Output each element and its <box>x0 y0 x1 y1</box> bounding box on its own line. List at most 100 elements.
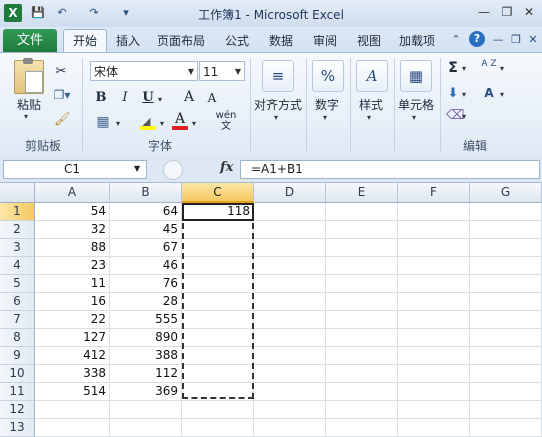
column-header-a[interactable]: A <box>35 183 110 203</box>
column-header-g[interactable]: G <box>470 183 542 203</box>
cell-e1[interactable] <box>326 203 398 221</box>
cell-f9[interactable] <box>398 347 470 365</box>
cell-c5[interactable] <box>182 275 254 293</box>
font-name-select[interactable]: 宋体 ▼ <box>90 61 198 81</box>
cell-c9[interactable] <box>182 347 254 365</box>
cell-d10[interactable] <box>254 365 326 383</box>
help-icon[interactable]: ? <box>469 31 485 47</box>
cell-c2[interactable] <box>182 221 254 239</box>
alignment-dropdown-icon[interactable]: ▾ <box>274 113 278 122</box>
cell-e6[interactable] <box>326 293 398 311</box>
cell-c3[interactable] <box>182 239 254 257</box>
cell-a11[interactable]: 514 <box>35 383 110 401</box>
grow-font-button[interactable]: A <box>182 89 196 105</box>
font-color-dropdown-icon[interactable]: ▾ <box>192 119 196 128</box>
cell-c8[interactable] <box>182 329 254 347</box>
cell-d3[interactable] <box>254 239 326 257</box>
cell-d2[interactable] <box>254 221 326 239</box>
cell-d9[interactable] <box>254 347 326 365</box>
cell-f3[interactable] <box>398 239 470 257</box>
autosum-dropdown-icon[interactable]: ▾ <box>462 64 466 73</box>
format-painter-icon[interactable]: 🖌 <box>54 112 71 127</box>
sort-dropdown-icon[interactable]: ▾ <box>500 64 504 73</box>
row-header[interactable]: 13 <box>0 419 35 437</box>
cell-e13[interactable] <box>326 419 398 437</box>
alignment-icon[interactable]: ≡ <box>262 60 294 92</box>
cell-f5[interactable] <box>398 275 470 293</box>
restore-icon[interactable]: ❐ <box>498 4 516 20</box>
ribbon-collapse-icon[interactable]: ⌃ <box>448 31 464 49</box>
formula-bar-handle-icon[interactable] <box>163 160 183 180</box>
cell-d13[interactable] <box>254 419 326 437</box>
cell-b6[interactable]: 28 <box>110 293 182 311</box>
phonetic-button[interactable]: wén 文 <box>212 110 240 132</box>
cell-g2[interactable] <box>470 221 542 239</box>
cell-e7[interactable] <box>326 311 398 329</box>
column-header-d[interactable]: D <box>254 183 326 203</box>
select-all-button[interactable] <box>0 183 35 203</box>
cell-d5[interactable] <box>254 275 326 293</box>
cell-d7[interactable] <box>254 311 326 329</box>
cell-g6[interactable] <box>470 293 542 311</box>
cell-b7[interactable]: 555 <box>110 311 182 329</box>
find-select-button[interactable]: A <box>478 86 500 100</box>
cell-c13[interactable] <box>182 419 254 437</box>
row-header[interactable]: 5 <box>0 275 35 293</box>
workbook-minimize-icon[interactable]: — <box>490 31 506 49</box>
styles-dropdown-icon[interactable]: ▾ <box>367 113 371 122</box>
cell-c6[interactable] <box>182 293 254 311</box>
cell-e2[interactable] <box>326 221 398 239</box>
cell-a7[interactable]: 22 <box>35 311 110 329</box>
cell-f10[interactable] <box>398 365 470 383</box>
border-icon[interactable]: ▦ <box>94 114 112 130</box>
cell-b8[interactable]: 890 <box>110 329 182 347</box>
cell-b9[interactable]: 388 <box>110 347 182 365</box>
clear-icon[interactable]: ⌫ <box>446 108 464 123</box>
row-header[interactable]: 9 <box>0 347 35 365</box>
cell-a12[interactable] <box>35 401 110 419</box>
tab-page-layout[interactable]: 页面布局 <box>153 31 209 51</box>
tab-addins[interactable]: 加载项 <box>395 31 439 51</box>
row-header[interactable]: 4 <box>0 257 35 275</box>
cell-e4[interactable] <box>326 257 398 275</box>
styles-icon[interactable]: A <box>356 60 388 92</box>
cell-g8[interactable] <box>470 329 542 347</box>
alignment-button[interactable]: 对齐方式 <box>253 96 303 113</box>
cell-e9[interactable] <box>326 347 398 365</box>
row-header[interactable]: 2 <box>0 221 35 239</box>
cell-a9[interactable]: 412 <box>35 347 110 365</box>
shrink-font-button[interactable]: A <box>206 91 218 105</box>
cell-e5[interactable] <box>326 275 398 293</box>
cell-a8[interactable]: 127 <box>35 329 110 347</box>
row-header[interactable]: 6 <box>0 293 35 311</box>
cell-a2[interactable]: 32 <box>35 221 110 239</box>
cell-e8[interactable] <box>326 329 398 347</box>
name-box[interactable]: C1 <box>3 160 147 179</box>
close-icon[interactable]: ✕ <box>520 4 538 20</box>
autosum-button[interactable]: Σ <box>446 60 460 76</box>
cell-f6[interactable] <box>398 293 470 311</box>
cell-a10[interactable]: 338 <box>35 365 110 383</box>
cell-d12[interactable] <box>254 401 326 419</box>
border-dropdown-icon[interactable]: ▾ <box>116 119 120 128</box>
cell-f1[interactable] <box>398 203 470 221</box>
paste-button[interactable]: 粘贴 <box>12 96 46 113</box>
cell-g13[interactable] <box>470 419 542 437</box>
fill-color-icon[interactable]: ◢ <box>140 115 156 130</box>
number-format-icon[interactable]: % <box>312 60 344 92</box>
tab-view[interactable]: 视图 <box>352 31 386 51</box>
workbook-restore-icon[interactable]: ❐ <box>508 31 524 49</box>
find-dropdown-icon[interactable]: ▾ <box>500 90 504 99</box>
cell-f7[interactable] <box>398 311 470 329</box>
cell-c12[interactable] <box>182 401 254 419</box>
name-box-dropdown-icon[interactable]: ▼ <box>134 164 140 173</box>
cell-g1[interactable] <box>470 203 542 221</box>
cell-b13[interactable] <box>110 419 182 437</box>
cell-a3[interactable]: 88 <box>35 239 110 257</box>
cell-c4[interactable] <box>182 257 254 275</box>
cell-f13[interactable] <box>398 419 470 437</box>
row-header[interactable]: 1 <box>0 203 35 221</box>
cell-f2[interactable] <box>398 221 470 239</box>
fill-color-dropdown-icon[interactable]: ▾ <box>160 119 164 128</box>
cell-c10[interactable] <box>182 365 254 383</box>
